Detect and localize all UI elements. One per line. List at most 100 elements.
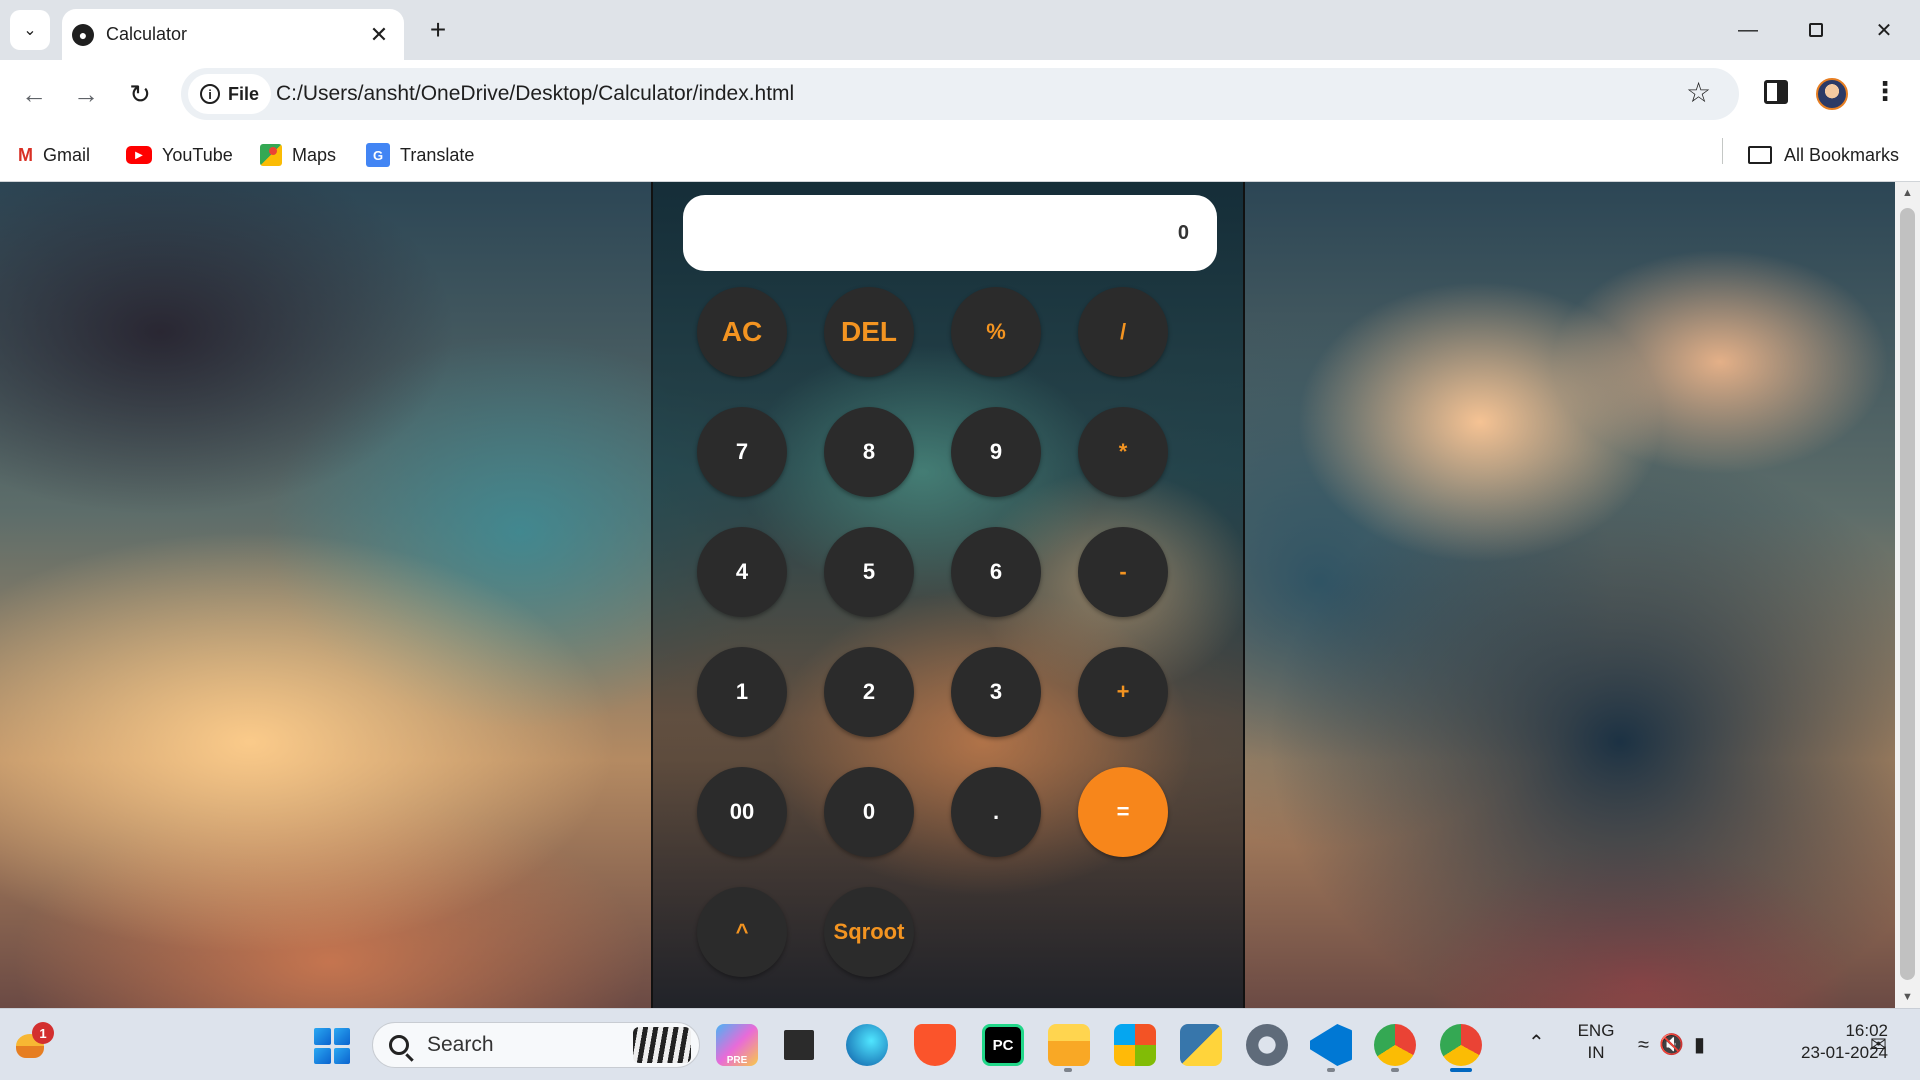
key-00[interactable]: 00	[697, 767, 787, 857]
system-tray[interactable]: ≈🔇▮	[1638, 1032, 1715, 1057]
python-icon[interactable]	[1180, 1024, 1222, 1066]
key-subtract[interactable]: -	[1078, 527, 1168, 617]
url-text[interactable]: C:/Users/ansht/OneDrive/Desktop/Calculat…	[276, 82, 794, 106]
bookmark-gmail[interactable]: M Gmail	[18, 138, 90, 172]
forward-button[interactable]: →	[64, 72, 108, 116]
star-icon[interactable]: ☆	[1686, 76, 1711, 109]
bookmark-label: YouTube	[162, 144, 233, 165]
chrome-active-icon[interactable]	[1440, 1024, 1482, 1066]
edge-icon[interactable]	[846, 1024, 888, 1066]
key-power[interactable]: ^	[697, 887, 787, 977]
key-0[interactable]: 0	[824, 767, 914, 857]
back-button[interactable]: ←	[12, 72, 56, 116]
brave-icon[interactable]	[914, 1024, 956, 1066]
minimize-button[interactable]: —	[1714, 0, 1782, 60]
site-info-chip[interactable]: i File	[188, 74, 272, 114]
key-3[interactable]: 3	[951, 647, 1041, 737]
globe-icon: ●	[72, 23, 94, 46]
windows-logo-tile	[333, 1028, 350, 1045]
tab-search-menu-button[interactable]: ⌄	[10, 10, 50, 50]
close-icon[interactable]: ✕	[366, 22, 392, 48]
display-value: 0	[1177, 221, 1189, 244]
all-bookmarks-label: All Bookmarks	[1784, 144, 1900, 165]
clock-time: 16:02	[1845, 1021, 1888, 1040]
weather-widget[interactable]: 1	[12, 1022, 56, 1066]
key-divide[interactable]: /	[1078, 287, 1168, 377]
bookmarks-divider	[1722, 138, 1723, 164]
reload-icon: ↻	[129, 78, 151, 109]
notification-badge: 1	[32, 1022, 54, 1044]
terminal-icon[interactable]	[778, 1024, 820, 1066]
key-ac[interactable]: AC	[697, 287, 787, 377]
settings-icon[interactable]	[1246, 1024, 1288, 1066]
bookmark-translate[interactable]: G Translate	[366, 138, 474, 172]
bookmark-youtube[interactable]: ▶ YouTube	[126, 138, 233, 172]
running-indicator	[1327, 1068, 1335, 1072]
language-indicator[interactable]: ENG IN	[1576, 1020, 1616, 1064]
clock[interactable]: 16:02 23-01-2024	[1758, 1020, 1888, 1064]
file-explorer-icon[interactable]	[1048, 1024, 1090, 1066]
key-5[interactable]: 5	[824, 527, 914, 617]
running-indicator	[1064, 1068, 1072, 1072]
search-highlight-image	[633, 1027, 691, 1063]
key-multiply[interactable]: *	[1078, 407, 1168, 497]
close-icon: ✕	[1875, 19, 1893, 42]
tab-title: Calculator	[106, 24, 188, 44]
key-6[interactable]: 6	[951, 527, 1041, 617]
chevron-up-icon[interactable]: ⌃	[1528, 1030, 1545, 1055]
key-decimal[interactable]: .	[951, 767, 1041, 857]
search-placeholder: Search	[427, 1033, 494, 1056]
key-percent[interactable]: %	[951, 287, 1041, 377]
site-info-label: File	[228, 83, 260, 104]
key-7[interactable]: 7	[697, 407, 787, 497]
plus-icon: +	[429, 14, 447, 45]
pycharm-icon[interactable]: PC	[982, 1024, 1024, 1066]
page-background: 0 AC DEL % / 7 8 9 * 4 5 6 - 1 2 3 + 00 …	[0, 182, 1895, 1008]
key-1[interactable]: 1	[697, 647, 787, 737]
scroll-up-icon[interactable]: ▲	[1895, 182, 1920, 204]
windows-logo-tile	[314, 1047, 331, 1064]
restore-icon	[1809, 23, 1823, 37]
all-bookmarks-button[interactable]: All Bookmarks	[1748, 138, 1899, 172]
key-8[interactable]: 8	[824, 407, 914, 497]
back-arrow-icon: ←	[21, 78, 47, 109]
notification-icon[interactable]: ✉	[1870, 1032, 1887, 1057]
key-4[interactable]: 4	[697, 527, 787, 617]
chrome-icon[interactable]	[1374, 1024, 1416, 1066]
pycharm-label: PC	[992, 1036, 1014, 1054]
gmail-icon: M	[18, 144, 33, 165]
page-scrollbar[interactable]: ▲ ▼	[1895, 182, 1920, 1008]
wifi-icon: ≈	[1638, 1034, 1659, 1056]
taskbar	[0, 1008, 1920, 1080]
profile-avatar[interactable]	[1816, 78, 1848, 110]
folder-icon	[1748, 146, 1772, 164]
tab-calculator[interactable]: ● Calculator ✕	[62, 9, 404, 60]
copilot-icon[interactable]: PRE	[716, 1024, 758, 1066]
key-sqroot[interactable]: Sqroot	[824, 887, 914, 977]
restore-button[interactable]	[1782, 0, 1850, 60]
new-tab-button[interactable]: +	[420, 12, 456, 48]
store-icon[interactable]	[1114, 1024, 1156, 1066]
key-9[interactable]: 9	[951, 407, 1041, 497]
reload-button[interactable]: ↻	[118, 72, 162, 116]
key-del[interactable]: DEL	[824, 287, 914, 377]
scroll-down-icon[interactable]: ▼	[1895, 986, 1920, 1008]
key-equals[interactable]: =	[1078, 767, 1168, 857]
clock-date: 23-01-2024	[1801, 1043, 1888, 1062]
info-icon: i	[200, 84, 220, 104]
side-panel-icon[interactable]	[1764, 80, 1788, 104]
start-button[interactable]	[314, 1028, 350, 1064]
scroll-thumb[interactable]	[1900, 208, 1915, 980]
windows-logo-tile	[314, 1028, 331, 1045]
more-vertical-icon[interactable]: ⋮	[1872, 76, 1898, 107]
key-2[interactable]: 2	[824, 647, 914, 737]
window-close-button[interactable]: ✕	[1850, 0, 1918, 60]
battery-icon: ▮	[1693, 1034, 1715, 1056]
running-indicator	[1391, 1068, 1399, 1072]
bookmark-maps[interactable]: Maps	[260, 138, 336, 172]
key-add[interactable]: +	[1078, 647, 1168, 737]
taskbar-search[interactable]: Search	[372, 1022, 700, 1068]
volume-muted-icon: 🔇	[1658, 1034, 1694, 1056]
language-code: ENG	[1577, 1021, 1615, 1040]
translate-icon: G	[366, 143, 390, 167]
